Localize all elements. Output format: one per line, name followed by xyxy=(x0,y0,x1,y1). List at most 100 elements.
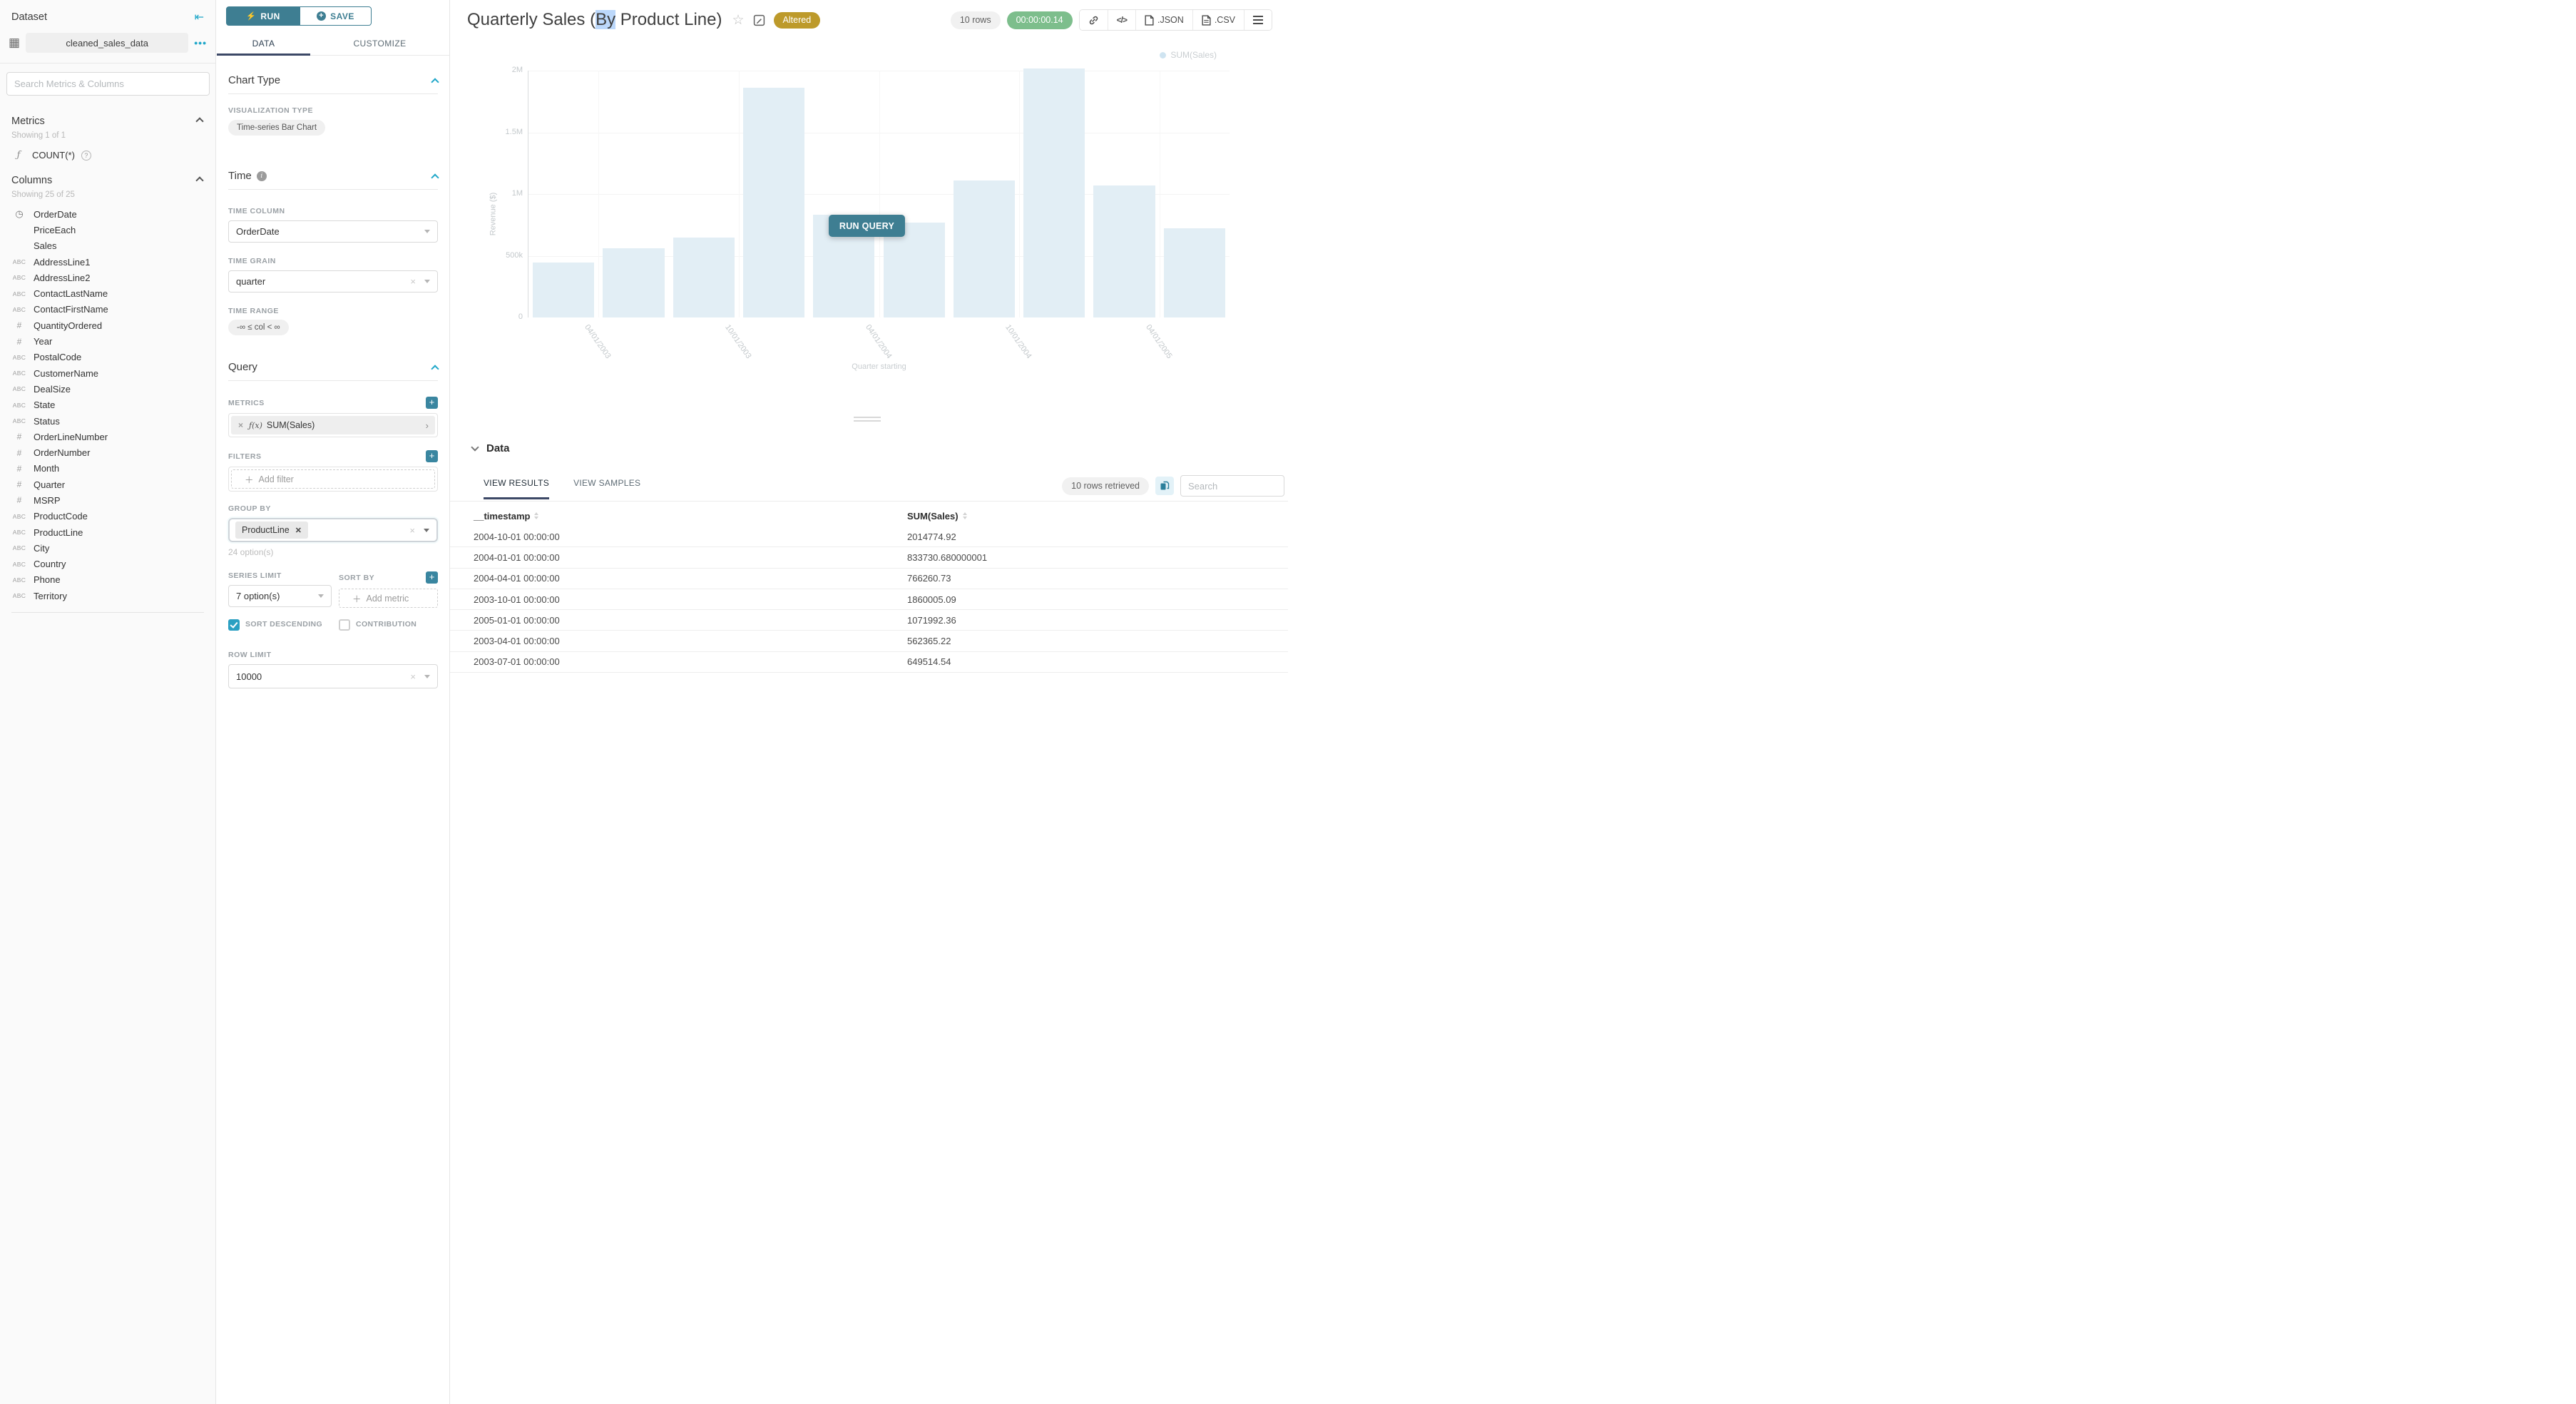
chart-legend[interactable]: SUM(Sales) xyxy=(1160,50,1217,60)
run-query-overlay-button[interactable]: RUN QUERY xyxy=(829,215,905,237)
column-item[interactable]: ABCProductLine xyxy=(0,524,215,540)
column-item[interactable]: Sales xyxy=(0,238,215,254)
column-item[interactable]: #Month xyxy=(0,461,215,477)
favorite-star-icon[interactable]: ☆ xyxy=(732,12,745,29)
metric-item[interactable]: ƒ COUNT(*) ? xyxy=(0,150,215,161)
dataset-name[interactable]: cleaned_sales_data xyxy=(26,33,188,53)
bar-2003-01-01[interactable] xyxy=(533,263,594,317)
tab-view-results[interactable]: VIEW RESULTS xyxy=(484,478,549,499)
bar-2003-04-01[interactable] xyxy=(603,248,664,317)
column-item[interactable]: ABCCity xyxy=(0,540,215,556)
column-item[interactable]: #Quarter xyxy=(0,477,215,492)
group-by-tag[interactable]: ProductLine ✕ xyxy=(235,522,308,539)
table-row[interactable]: 2003-04-01 00:00:00562365.22 xyxy=(450,631,1288,651)
add-sort-metric-button[interactable]: + xyxy=(426,571,438,584)
column-item[interactable]: ABCProductCode xyxy=(0,509,215,524)
table-row[interactable]: 2005-01-01 00:00:001071992.36 xyxy=(450,610,1288,631)
tab-data[interactable]: DATA xyxy=(217,31,310,55)
column-item[interactable]: ABCAddressLine1 xyxy=(0,254,215,270)
clear-icon[interactable]: × xyxy=(410,671,416,682)
collapse-panel-icon[interactable]: ⇤ xyxy=(195,10,204,24)
section-collapse-icon[interactable] xyxy=(431,173,439,181)
add-sort-metric-dropzone[interactable]: ＋ Add metric xyxy=(339,589,438,608)
column-item[interactable]: #OrderLineNumber xyxy=(0,429,215,444)
column-header-sum-sales[interactable]: SUM(Sales) xyxy=(907,511,1288,522)
column-item[interactable]: #MSRP xyxy=(0,492,215,508)
menu-icon xyxy=(1253,19,1263,21)
copy-data-button[interactable] xyxy=(1155,477,1174,495)
dataset-more-icon[interactable]: ••• xyxy=(194,37,207,49)
chart-title[interactable]: Quarterly Sales (By Product Line) xyxy=(467,10,722,30)
results-search-input[interactable] xyxy=(1180,475,1284,497)
section-collapse-icon[interactable] xyxy=(431,78,439,86)
time-column-select[interactable]: OrderDate xyxy=(228,220,438,243)
row-limit-select[interactable]: 10000 × xyxy=(228,664,438,688)
column-item[interactable]: ABCCustomerName xyxy=(0,365,215,381)
metric-chip[interactable]: × ƒ(x) SUM(Sales) › xyxy=(231,416,435,434)
column-item[interactable]: ABCTerritory xyxy=(0,588,215,604)
add-filter-button[interactable]: + xyxy=(426,450,438,462)
section-collapse-icon[interactable] xyxy=(431,365,439,372)
column-item[interactable]: ABCState xyxy=(0,397,215,413)
metrics-columns-search-input[interactable] xyxy=(6,72,210,96)
table-row[interactable]: 2004-04-01 00:00:00766260.73 xyxy=(450,569,1288,589)
save-button[interactable]: + SAVE xyxy=(300,6,372,26)
data-section-toggle[interactable]: Data xyxy=(472,442,510,454)
clear-icon[interactable]: × xyxy=(409,525,415,536)
chevron-right-icon[interactable]: › xyxy=(419,420,435,431)
series-limit-select[interactable]: 7 option(s) xyxy=(228,585,332,607)
clear-icon[interactable]: × xyxy=(410,276,416,287)
tab-view-samples[interactable]: VIEW SAMPLES xyxy=(573,478,640,499)
add-filter-dropzone[interactable]: ＋ Add filter xyxy=(231,469,435,489)
abc-type-icon: ABC xyxy=(11,402,27,409)
export-csv-button[interactable]: .CSV xyxy=(1193,10,1244,30)
column-item[interactable]: ABCStatus xyxy=(0,413,215,429)
column-item[interactable]: ABCContactFirstName xyxy=(0,302,215,317)
contribution-checkbox[interactable]: CONTRIBUTION xyxy=(339,619,416,631)
column-item[interactable]: ◷OrderDate xyxy=(0,206,215,222)
bar-2003-07-01[interactable] xyxy=(673,238,735,317)
group-by-select[interactable]: ProductLine ✕ × xyxy=(228,518,438,542)
bar-2005-01-01[interactable] xyxy=(1093,185,1155,317)
column-item[interactable]: ABCContactLastName xyxy=(0,285,215,301)
metrics-collapse-icon[interactable] xyxy=(195,117,203,125)
run-button[interactable]: ⚡ RUN xyxy=(226,6,300,26)
time-range-value[interactable]: -∞ ≤ col < ∞ xyxy=(228,320,289,335)
bar-2003-10-01[interactable] xyxy=(743,88,804,317)
column-item[interactable]: #OrderNumber xyxy=(0,444,215,460)
column-header-timestamp[interactable]: __timestamp xyxy=(474,511,907,522)
chart-menu-button[interactable] xyxy=(1244,10,1272,30)
x-tick-label: 10/01/2003 xyxy=(723,323,752,360)
column-item[interactable]: ABCPhone xyxy=(0,572,215,588)
column-item[interactable]: ABCCountry xyxy=(0,556,215,572)
bar-2004-04-01[interactable] xyxy=(884,223,945,317)
column-item[interactable]: ABCAddressLine2 xyxy=(0,270,215,285)
column-item[interactable]: ABCPostalCode xyxy=(0,350,215,365)
bar-2004-10-01[interactable] xyxy=(1023,68,1085,317)
visualization-type-value[interactable]: Time-series Bar Chart xyxy=(228,120,325,136)
remove-tag-icon[interactable]: ✕ xyxy=(295,526,302,535)
gridline xyxy=(739,71,740,317)
remove-metric-icon[interactable]: × xyxy=(231,420,249,430)
export-json-button[interactable]: .JSON xyxy=(1136,10,1193,30)
bar-2005-04-01[interactable] xyxy=(1164,228,1225,317)
column-item[interactable]: #QuantityOrdered xyxy=(0,317,215,333)
copy-link-button[interactable] xyxy=(1080,10,1108,30)
resize-drag-handle[interactable] xyxy=(854,417,881,424)
table-row[interactable]: 2004-01-01 00:00:00833730.680000001 xyxy=(450,547,1288,568)
table-row[interactable]: 2003-07-01 00:00:00649514.54 xyxy=(450,652,1288,673)
columns-collapse-icon[interactable] xyxy=(195,176,203,184)
embed-code-button[interactable]: </> xyxy=(1108,10,1136,30)
bar-2004-07-01[interactable] xyxy=(954,180,1015,317)
column-item[interactable]: PriceEach xyxy=(0,222,215,238)
edit-properties-icon[interactable] xyxy=(753,14,765,26)
table-row[interactable]: 2003-10-01 00:00:001860005.09 xyxy=(450,589,1288,610)
time-grain-select[interactable]: quarter × xyxy=(228,270,438,292)
table-row[interactable]: 2004-10-01 00:00:002014774.92 xyxy=(450,526,1288,547)
column-item[interactable]: ABCDealSize xyxy=(0,381,215,397)
sort-descending-checkbox[interactable]: SORT DESCENDING xyxy=(228,619,332,631)
altered-badge[interactable]: Altered xyxy=(774,12,821,29)
add-metric-button[interactable]: + xyxy=(426,397,438,409)
tab-customize[interactable]: CUSTOMIZE xyxy=(310,31,449,55)
column-item[interactable]: #Year xyxy=(0,333,215,349)
